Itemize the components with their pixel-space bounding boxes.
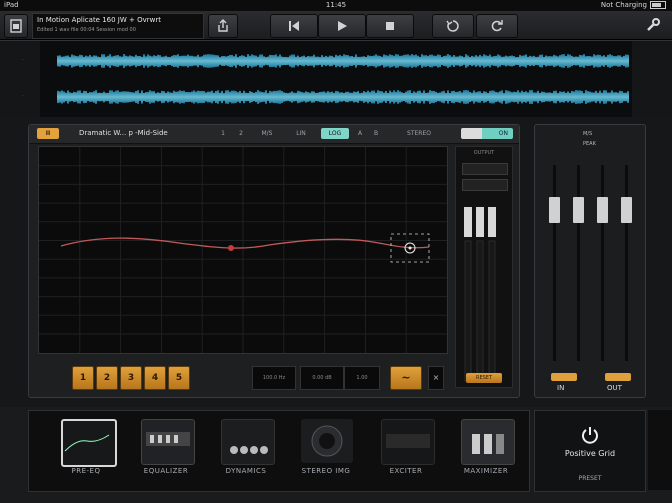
band-2-button[interactable]: 2 (96, 366, 118, 390)
q-readout[interactable]: 1.00 (344, 366, 380, 390)
in-link-button[interactable] (551, 373, 577, 381)
frequency-readout[interactable]: 100.0 Hz (252, 366, 296, 390)
header-btn-1[interactable]: 1 (217, 128, 229, 139)
header-btn-log[interactable]: LOG (321, 128, 349, 139)
settings-button[interactable] (640, 14, 666, 36)
gain-readout[interactable]: 0.00 dB (300, 366, 344, 390)
waveform-overview[interactable]: · · (0, 40, 672, 118)
skip-back-icon (289, 21, 299, 31)
waveform-display (57, 54, 629, 104)
io-mixer-panel: M/S PEAK IN OUT (534, 124, 646, 398)
loop-button[interactable] (432, 14, 474, 38)
header-btn-a[interactable]: A (355, 128, 365, 139)
eq-enable-button[interactable]: II (37, 128, 59, 139)
stereo-label: STEREO (407, 130, 431, 137)
module-label-dynamics: DYNAMICS (225, 467, 267, 475)
wrench-icon (647, 18, 660, 31)
module-pre-eq[interactable]: PRE-EQ (47, 415, 125, 485)
band-4-button[interactable]: 4 (144, 366, 166, 390)
waveform-channel-right (57, 90, 629, 104)
output-readout-2 (462, 179, 508, 191)
header-btn-b[interactable]: B (371, 128, 381, 139)
channel-r-marker: · (22, 93, 24, 99)
share-icon (218, 19, 228, 32)
output-meters (464, 207, 496, 382)
module-stereo-img[interactable]: STEREO IMG (287, 415, 365, 485)
channel-l-marker: · (22, 57, 24, 63)
output-meter-panel: OUTPUT RESET (455, 146, 513, 388)
eq-graph-canvas (39, 147, 447, 353)
eq-graph[interactable] (38, 146, 448, 354)
reload-icon (491, 20, 503, 32)
file-button[interactable] (4, 14, 28, 38)
in-label: IN (557, 384, 565, 392)
band-1-button[interactable]: 1 (72, 366, 94, 390)
header-btn-2[interactable]: 2 (235, 128, 247, 139)
transport-toolbar: In Motion Aplicate 160 JW + Ovrwrt Edite… (0, 11, 672, 40)
dynamics-thumbnail (221, 419, 275, 465)
track-subtitle: Edited 1 wav file 00:04 Session mod 00 (37, 27, 136, 33)
document-icon (10, 19, 22, 33)
eq-band-node[interactable] (228, 245, 234, 251)
out-link-button[interactable] (605, 373, 631, 381)
module-label-exciter: EXCITER (389, 467, 423, 475)
module-label-stereo-img: STEREO IMG (301, 467, 351, 475)
module-exciter[interactable]: EXCITER (367, 415, 445, 485)
module-maximizer[interactable]: MAXIMIZER (447, 415, 525, 485)
reload-button[interactable] (476, 14, 518, 38)
module-label-equalizer: EQUALIZER (143, 467, 189, 475)
loop-icon (446, 20, 459, 32)
rewind-button[interactable] (270, 14, 318, 38)
maximizer-thumbnail (461, 419, 515, 465)
power-panel: Positive Grid PRESET (534, 410, 646, 492)
stereo-img-thumbnail (301, 419, 353, 463)
share-button[interactable] (208, 14, 238, 38)
eq-header: II Dramatic W... p -Mid-Side 1 2 M/S LIN… (29, 125, 519, 144)
battery-label: Not Charging (600, 1, 647, 9)
header-btn-ms[interactable]: M/S (257, 128, 277, 139)
eq-curve (60, 237, 430, 249)
track-title-box[interactable]: In Motion Aplicate 160 JW + Ovrwrt Edite… (32, 13, 204, 39)
stereo-toggle[interactable]: ON (461, 128, 513, 139)
output-label: OUTPUT (473, 150, 495, 156)
filter-shape-button[interactable]: ∼ (390, 366, 422, 390)
waveform-channel-left (57, 54, 629, 68)
header-btn-lin[interactable]: LIN (291, 128, 311, 139)
stop-button[interactable] (366, 14, 414, 38)
module-equalizer[interactable]: EQUALIZER (127, 415, 205, 485)
reset-button[interactable]: RESET (466, 373, 502, 383)
play-icon (338, 21, 347, 31)
pre-eq-thumbnail (61, 419, 117, 467)
track-title: In Motion Aplicate 160 JW + Ovrwrt (37, 16, 161, 24)
brand-label: Positive Grid (564, 449, 616, 458)
clock-label: 11:45 (325, 1, 347, 9)
eq-grid (39, 147, 447, 353)
output-readout-1 (462, 163, 508, 175)
band-3-button[interactable]: 3 (120, 366, 142, 390)
right-edge-panel (648, 410, 672, 490)
waveform-left-gutter: · · (0, 41, 40, 117)
play-button[interactable] (318, 14, 366, 38)
band-5-button[interactable]: 5 (168, 366, 190, 390)
close-band-button[interactable]: × (428, 366, 444, 390)
stereo-toggle-label: ON (498, 130, 508, 137)
module-label-maximizer: MAXIMIZER (463, 467, 509, 475)
mixer-faders (549, 165, 632, 361)
status-bar: iPad 11:45 Not Charging (0, 0, 672, 11)
module-label-pre-eq: PRE-EQ (71, 467, 101, 475)
preset-label[interactable]: PRESET (535, 475, 645, 482)
preset-name[interactable]: Dramatic W... p -Mid-Side (79, 128, 199, 139)
stop-icon (386, 22, 394, 30)
module-strip: PRE-EQ EQUALIZER DYNAMICS STEREO IMG EXC… (28, 410, 530, 492)
power-icon[interactable] (580, 425, 600, 445)
out-label: OUT (607, 384, 622, 392)
battery-status: Not Charging (601, 0, 666, 11)
eq-band-controls: 1 2 3 4 5 100.0 Hz 0.00 dB 1.00 ∼ × (38, 364, 446, 392)
waveform-right-gutter (632, 41, 672, 117)
equalizer-thumbnail (141, 419, 195, 465)
battery-icon (650, 1, 666, 9)
exciter-thumbnail (381, 419, 435, 465)
module-dynamics[interactable]: DYNAMICS (207, 415, 285, 485)
